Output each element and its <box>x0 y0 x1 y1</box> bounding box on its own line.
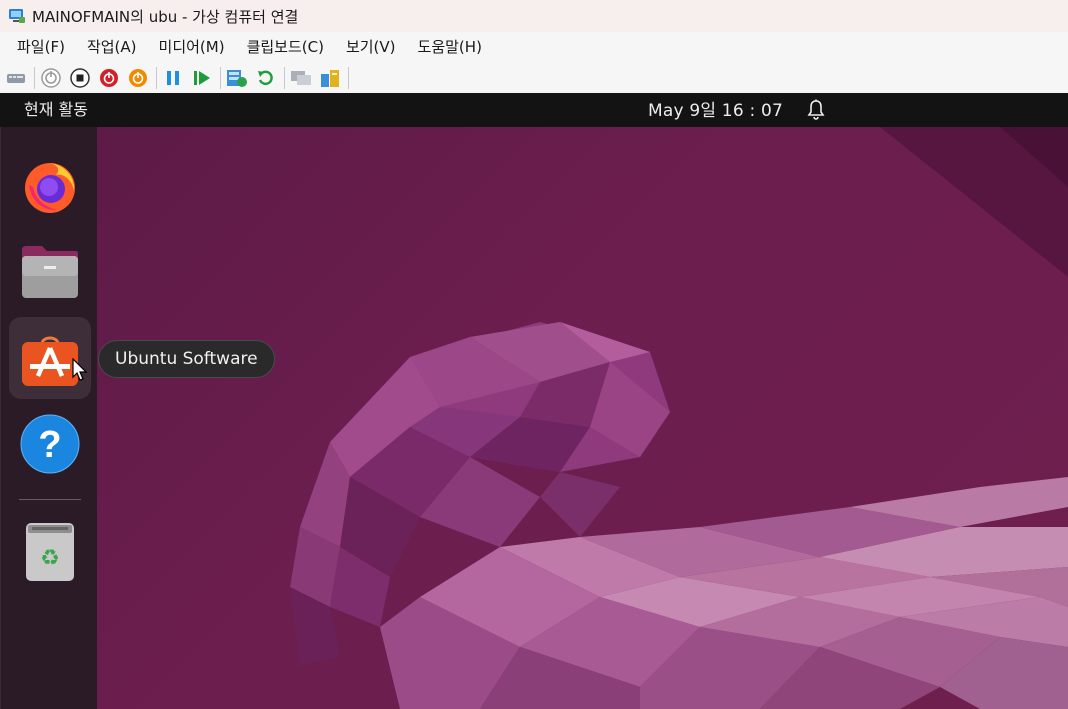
pause-icon <box>167 70 179 85</box>
dock-separator <box>19 499 81 500</box>
dock-item-files[interactable] <box>9 231 91 313</box>
window-titlebar: MAINOFMAIN의 ubu - 가상 컴퓨터 연결 <box>0 0 1068 32</box>
shutdown-icon <box>100 68 118 87</box>
share-icon <box>321 69 339 87</box>
trash-icon: ♻ <box>26 523 74 581</box>
clock[interactable]: May 9일 16 : 07 <box>648 93 783 129</box>
dock-tooltip: Ubuntu Software <box>98 340 275 378</box>
power-icon <box>129 68 147 87</box>
ubuntu-software-icon <box>22 336 78 386</box>
menu-action[interactable]: 작업(A) <box>76 32 148 62</box>
resume-button[interactable] <box>191 67 213 89</box>
ctrl-alt-del-button[interactable] <box>5 67 27 89</box>
start-button[interactable] <box>40 67 62 89</box>
toolbar-separator <box>348 66 349 89</box>
enhanced-session-button[interactable] <box>290 67 312 89</box>
ubuntu-dock: ? ♻ <box>0 127 97 709</box>
notification-bell-icon[interactable] <box>806 99 826 121</box>
menu-clipboard[interactable]: 클립보드(C) <box>236 32 335 62</box>
files-icon <box>22 246 78 298</box>
window-title: MAINOFMAIN의 ubu - 가상 컴퓨터 연결 <box>32 7 299 26</box>
revert-button[interactable] <box>255 67 277 89</box>
share-button[interactable] <box>319 67 341 89</box>
dock-item-help[interactable]: ? <box>9 403 91 485</box>
dock-item-firefox[interactable] <box>9 145 91 227</box>
ubuntu-top-bar: 현재 활동 May 9일 16 : 07 <box>0 93 1068 127</box>
menu-file[interactable]: 파일(F) <box>6 32 76 62</box>
dock-item-trash[interactable]: ♻ <box>9 511 91 593</box>
desktop[interactable] <box>0 127 1068 709</box>
firefox-icon <box>25 163 75 213</box>
hyperv-vm-icon <box>9 9 25 23</box>
turn-off-icon <box>70 67 90 88</box>
help-icon: ? <box>20 414 80 474</box>
svg-text:?: ? <box>38 424 61 466</box>
menu-bar: 파일(F) 작업(A) 미디어(M) 클립보드(C) 보기(V) 도움말(H) <box>0 32 1068 62</box>
toolbar-separator <box>220 66 221 89</box>
toolbar-separator <box>284 66 285 89</box>
start-icon <box>41 67 61 88</box>
menu-media[interactable]: 미디어(M) <box>148 32 236 62</box>
menu-view[interactable]: 보기(V) <box>335 32 407 62</box>
resume-icon <box>194 70 210 85</box>
mouse-pointer-icon <box>72 358 88 381</box>
shutdown-button[interactable] <box>98 67 120 89</box>
checkpoint-button[interactable] <box>226 67 248 89</box>
enhanced-session-icon <box>291 70 311 85</box>
turn-off-button[interactable] <box>69 67 91 89</box>
ctrl-alt-del-icon <box>7 73 25 83</box>
vm-screen[interactable]: 현재 활동 May 9일 16 : 07 ? ♻ Ubuntu Software <box>0 93 1068 709</box>
activities-button[interactable]: 현재 활동 <box>24 93 88 127</box>
revert-icon <box>258 70 273 85</box>
toolbar-separator <box>34 66 35 89</box>
checkpoint-icon <box>227 69 247 87</box>
vm-toolbar <box>0 62 1068 93</box>
svg-text:♻: ♻ <box>40 546 60 571</box>
toolbar-separator <box>156 66 157 89</box>
menu-help[interactable]: 도움말(H) <box>407 32 493 62</box>
jellyfish-wallpaper <box>290 127 1068 709</box>
pause-button[interactable] <box>162 67 184 89</box>
power-button[interactable] <box>127 67 149 89</box>
